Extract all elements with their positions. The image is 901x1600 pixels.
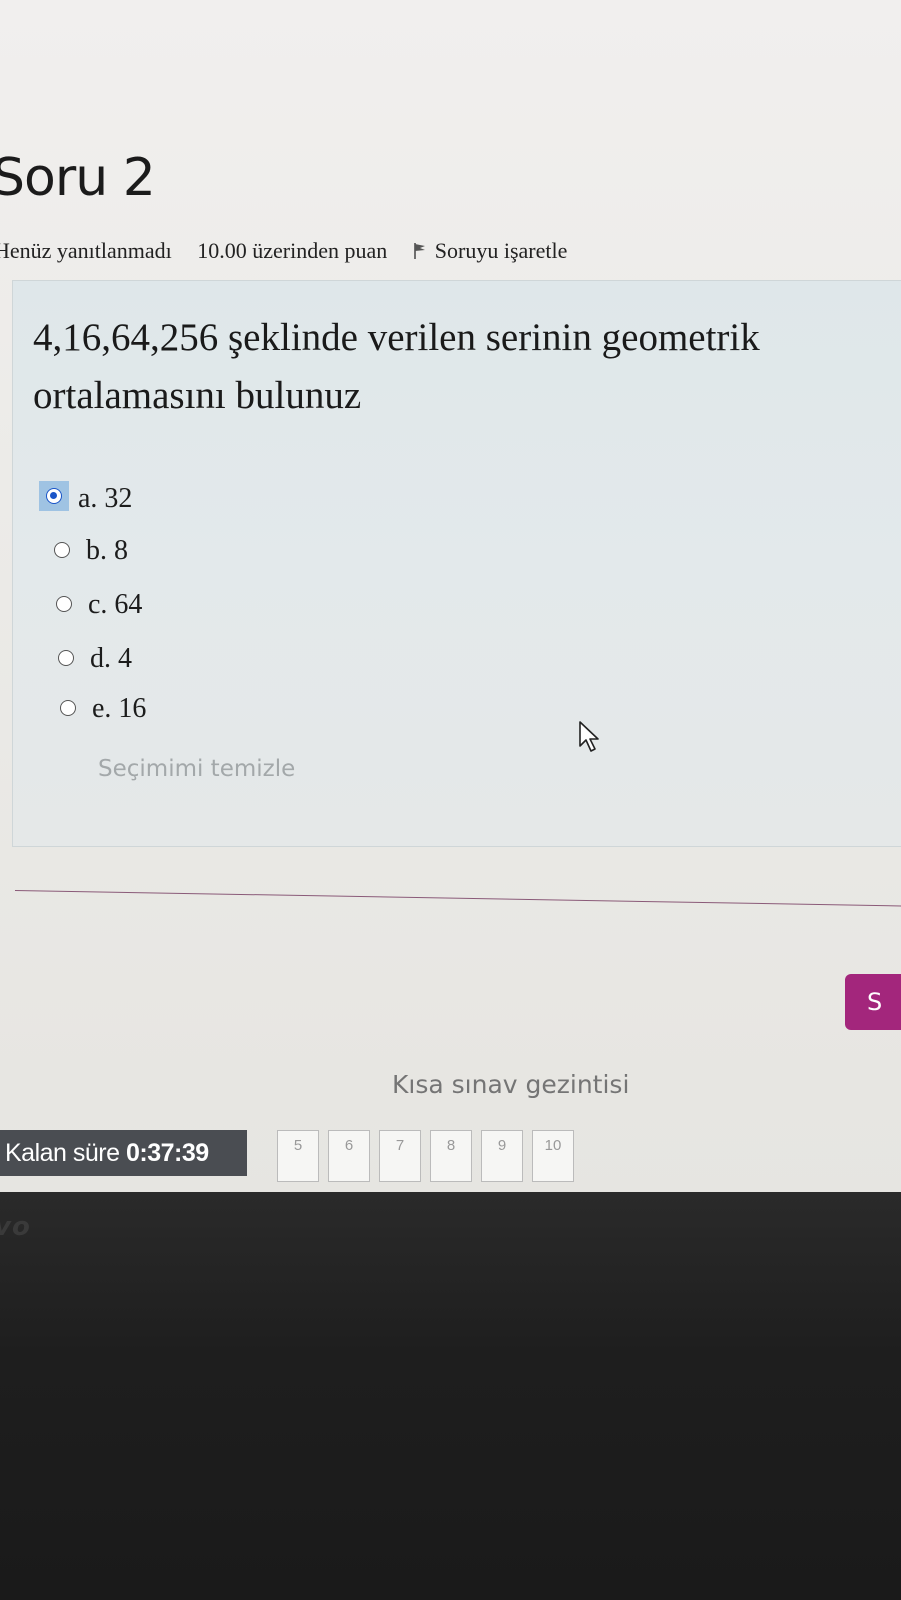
radio-icon[interactable] bbox=[58, 650, 74, 666]
next-page-button[interactable]: S bbox=[845, 974, 901, 1030]
answer-label: d. 4 bbox=[90, 643, 132, 674]
flag-icon bbox=[414, 243, 425, 259]
flag-question-link[interactable]: Soruyu işaretle bbox=[413, 238, 588, 263]
mouse-cursor-icon bbox=[579, 721, 599, 752]
time-remaining: Kalan süre 0:37:39 bbox=[0, 1130, 247, 1176]
nav-page-button[interactable]: 5 bbox=[277, 1130, 319, 1182]
clear-choice-link[interactable]: Seçimimi temizle bbox=[98, 756, 295, 782]
radio-checked-icon[interactable] bbox=[46, 488, 62, 504]
timer-value: 0:37:39 bbox=[125, 1139, 209, 1167]
question-info: Henüz yanıtlanmadı 10.00 üzerinden puan … bbox=[0, 238, 607, 264]
question-status: Henüz yanıtlanmadı bbox=[0, 238, 172, 263]
browser-screen: Soru 2 Henüz yanıtlanmadı 10.00 üzerinde… bbox=[0, 0, 901, 1210]
flag-question-label: Soruyu işaretle bbox=[434, 238, 568, 263]
question-panel: 4,16,64,256 şeklinde verilen serinin geo… bbox=[12, 280, 901, 847]
timer-label: Kalan süre bbox=[5, 1139, 120, 1167]
answer-label: c. 64 bbox=[88, 589, 143, 620]
answer-option-a[interactable]: a. 32 bbox=[39, 481, 133, 514]
nav-page-button[interactable]: 9 bbox=[481, 1130, 523, 1182]
nav-page-button[interactable]: 6 bbox=[328, 1130, 370, 1182]
section-divider bbox=[14, 890, 901, 907]
radio-icon[interactable] bbox=[54, 542, 70, 558]
question-points: 10.00 üzerinden puan bbox=[197, 238, 388, 263]
nav-page-button[interactable]: 10 bbox=[532, 1130, 574, 1182]
nav-page-button[interactable]: 8 bbox=[430, 1130, 472, 1182]
answer-option-c[interactable]: c. 64 bbox=[56, 589, 143, 620]
radio-icon[interactable] bbox=[56, 596, 72, 612]
answer-label: e. 16 bbox=[92, 693, 147, 724]
answer-label: b. 8 bbox=[86, 535, 128, 566]
radio-icon[interactable] bbox=[60, 700, 76, 716]
answer-option-b[interactable]: b. 8 bbox=[54, 535, 128, 566]
bezel-logo: vo bbox=[0, 1212, 31, 1242]
nav-page-button[interactable]: 7 bbox=[379, 1130, 421, 1182]
answer-label: a. 32 bbox=[78, 483, 133, 514]
question-text: 4,16,64,256 şeklinde verilen serinin geo… bbox=[33, 316, 760, 417]
answer-option-e[interactable]: e. 16 bbox=[60, 693, 147, 724]
laptop-bezel: vo bbox=[0, 1192, 901, 1600]
quiz-navigation-title: Kısa sınav gezintisi bbox=[392, 1070, 630, 1099]
answer-option-d[interactable]: d. 4 bbox=[58, 643, 132, 674]
question-title: Soru 2 bbox=[0, 148, 156, 208]
